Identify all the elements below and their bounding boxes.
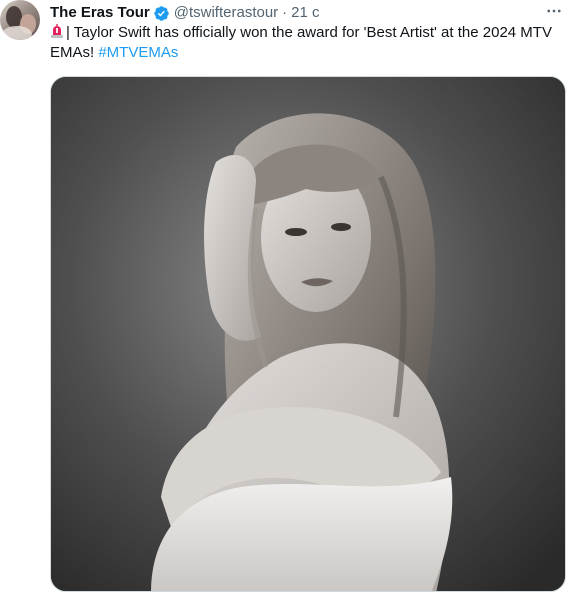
avatar-shape <box>2 26 32 40</box>
timestamp[interactable]: 21 с <box>291 3 319 23</box>
siren-icon <box>50 24 64 38</box>
hashtag-link[interactable]: #MTVEMAs <box>98 44 178 61</box>
display-name[interactable]: The Eras Tour <box>50 3 150 23</box>
verified-badge-icon <box>153 5 170 22</box>
handle[interactable]: @tswifterastour <box>174 3 278 23</box>
separator-dot: · <box>282 4 288 21</box>
avatar[interactable] <box>0 0 40 40</box>
tweet-text: | Taylor Swift has officially won the aw… <box>50 23 560 63</box>
portrait-photo <box>51 77 565 591</box>
tweet-photo[interactable] <box>50 76 566 592</box>
tweet-header: The Eras Tour @tswifterastour · 21 с <box>50 3 320 23</box>
more-options-button[interactable] <box>542 0 566 22</box>
tweet[interactable]: The Eras Tour @tswifterastour · 21 с | T… <box>0 0 572 603</box>
more-horizontal-icon <box>547 9 561 13</box>
